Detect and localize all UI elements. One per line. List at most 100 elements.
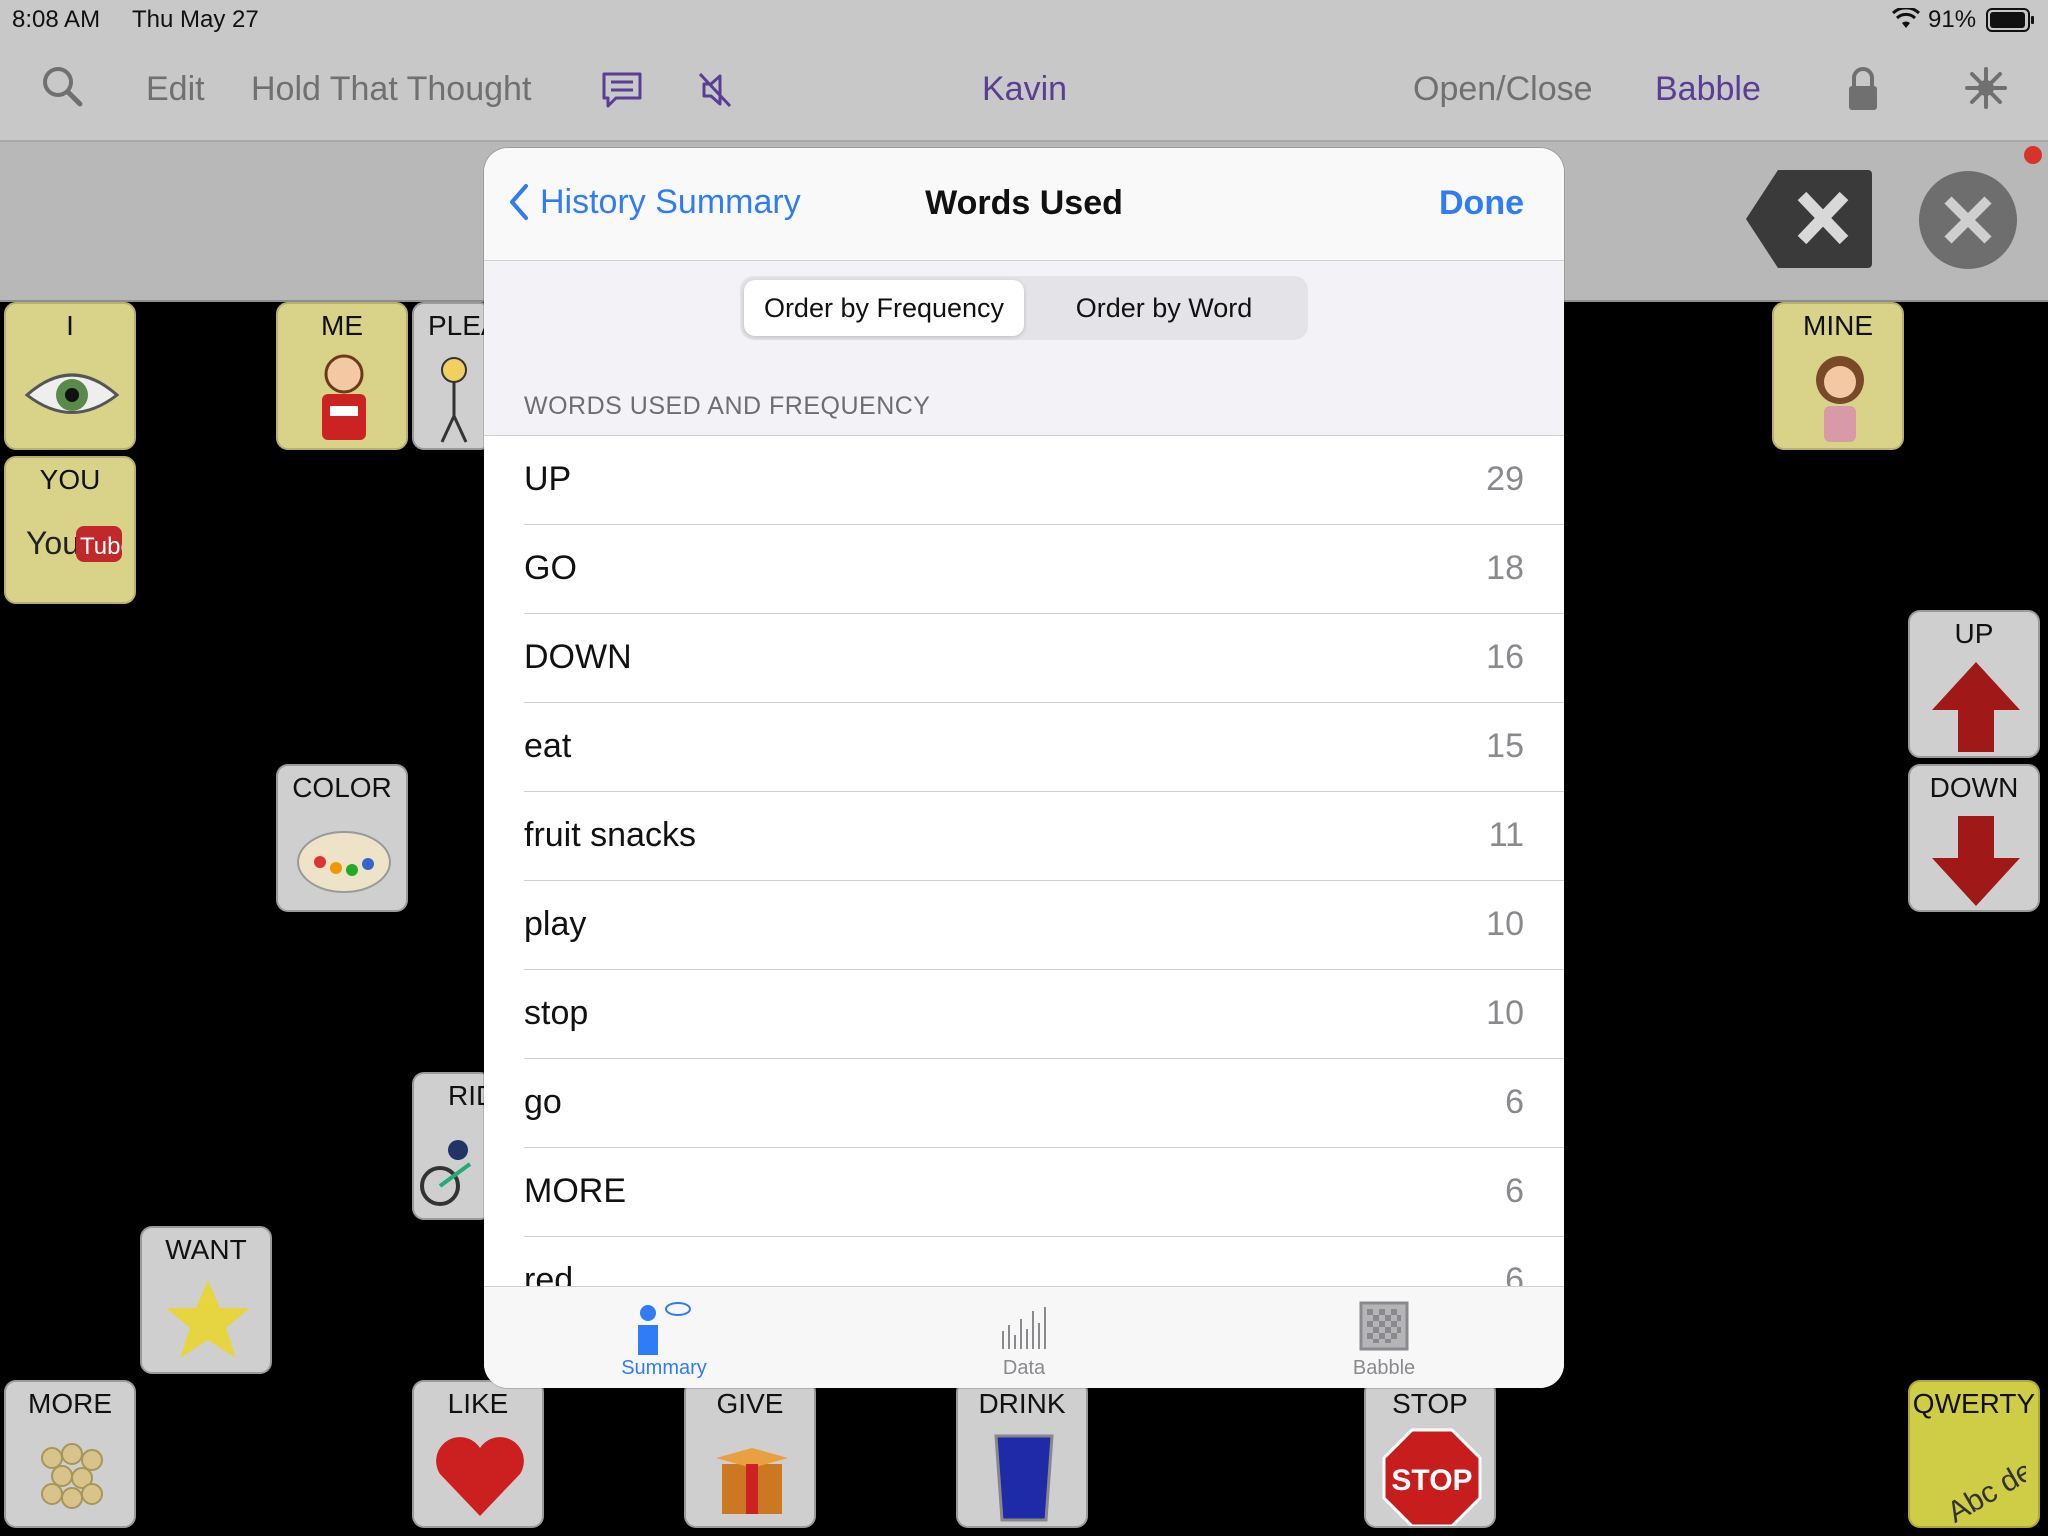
battery-percent: 91% xyxy=(1928,6,1977,33)
notification-dot xyxy=(2024,146,2042,164)
tile-label: COLOR xyxy=(292,772,392,803)
word-label: stop xyxy=(524,994,589,1032)
tile-i[interactable]: I xyxy=(4,302,136,450)
clear-icon[interactable] xyxy=(1918,170,2018,275)
speech-bubble-icon[interactable] xyxy=(600,70,644,115)
tab-babble[interactable]: Babble xyxy=(1204,1287,1564,1388)
tile-label: ME xyxy=(321,310,363,341)
tab-label: Babble xyxy=(1352,1357,1416,1379)
gear-icon[interactable] xyxy=(1964,66,2008,115)
cup-icon xyxy=(994,1434,1054,1522)
girl-icon xyxy=(1816,356,1864,442)
tile-label: GIVE xyxy=(716,1388,784,1419)
mute-icon[interactable] xyxy=(696,70,736,115)
edit-button[interactable]: Edit xyxy=(146,70,205,109)
person-icon xyxy=(322,354,366,440)
arrow-up-icon xyxy=(1932,662,2020,752)
list-item[interactable]: go 6 xyxy=(524,1059,1564,1148)
tile-give[interactable]: GIVE xyxy=(684,1380,816,1528)
battery-icon xyxy=(1986,8,2036,37)
list-item[interactable]: UP 29 xyxy=(524,436,1564,525)
tile-label: WANT xyxy=(165,1234,247,1265)
keyboard-letters-icon: Abc def xyxy=(1942,1450,2026,1524)
tile-qwerty[interactable]: QWERTY Abc def xyxy=(1908,1380,2040,1528)
list-item[interactable]: DOWN 16 xyxy=(524,614,1564,703)
tab-summary[interactable]: Summary xyxy=(484,1287,844,1388)
checkerboard-icon xyxy=(1359,1301,1409,1351)
words-list[interactable]: UP 29 GO 18 DOWN 16 eat 15 fruit snacks 11 pl… xyxy=(484,435,1564,1288)
tile-more[interactable]: MORE xyxy=(4,1380,136,1528)
bicycle-icon xyxy=(420,1140,472,1206)
tile-label: DRINK xyxy=(978,1388,1066,1419)
word-label: go xyxy=(524,1083,562,1121)
heart-icon xyxy=(436,1437,524,1516)
star-icon xyxy=(166,1280,250,1358)
back-button[interactable]: History Summary xyxy=(508,182,801,222)
wifi-icon xyxy=(1891,6,1921,35)
stick-figure-icon xyxy=(440,357,468,443)
app-toolbar: 8:08 AM Thu May 27 91% Edit Hold That Th… xyxy=(0,0,2048,142)
segment-order-by-word[interactable]: Order by Word xyxy=(1024,280,1304,336)
eye-icon xyxy=(24,373,120,414)
list-item[interactable]: stop 10 xyxy=(524,970,1564,1059)
tile-drink[interactable]: DRINK xyxy=(956,1380,1088,1528)
svg-text:Tube: Tube xyxy=(80,533,122,560)
tile-you[interactable]: YOU YouTube xyxy=(4,456,136,604)
search-icon[interactable] xyxy=(40,64,84,113)
user-name[interactable]: Kavin xyxy=(982,70,1067,109)
word-count: 15 xyxy=(1486,727,1524,765)
word-count: 18 xyxy=(1486,549,1524,587)
section-header: WORDS USED AND FREQUENCY xyxy=(524,392,931,420)
tab-label: Summary xyxy=(621,1357,707,1379)
word-label: eat xyxy=(524,727,572,765)
back-button-label: History Summary xyxy=(540,182,801,221)
backspace-icon[interactable] xyxy=(1744,168,1874,275)
list-item[interactable]: fruit snacks 11 xyxy=(524,792,1564,881)
word-label: play xyxy=(524,905,587,943)
list-item[interactable]: MORE 6 xyxy=(524,1148,1564,1237)
tile-label: PLEA xyxy=(428,310,490,341)
stop-sign-icon: STOP xyxy=(1382,1428,1482,1526)
done-button[interactable]: Done xyxy=(1439,184,1524,223)
tile-label: UP xyxy=(1954,618,1994,649)
word-label: GO xyxy=(524,549,577,587)
hold-that-thought-button[interactable]: Hold That Thought xyxy=(251,70,531,109)
tile-me[interactable]: ME xyxy=(276,302,408,450)
word-label: fruit snacks xyxy=(524,816,696,854)
tile-label: MORE xyxy=(28,1388,112,1419)
open-close-button[interactable]: Open/Close xyxy=(1413,70,1593,109)
list-item[interactable]: red 6 xyxy=(524,1237,1564,1288)
word-count: 6 xyxy=(1505,1083,1524,1121)
tile-please[interactable]: PLEA xyxy=(412,302,492,450)
list-item[interactable]: GO 18 xyxy=(524,525,1564,614)
tile-label: STOP xyxy=(1392,1388,1468,1419)
tile-stop[interactable]: STOP STOP xyxy=(1364,1380,1496,1528)
tile-mine[interactable]: MINE xyxy=(1772,302,1904,450)
tile-up[interactable]: UP xyxy=(1908,610,2040,758)
tile-like[interactable]: LIKE xyxy=(412,1380,544,1528)
tile-ride[interactable]: RID xyxy=(412,1072,492,1220)
babble-button[interactable]: Babble xyxy=(1655,70,1761,109)
tab-data[interactable]: Data xyxy=(844,1287,1204,1388)
sort-segmented-control[interactable]: Order by Frequency Order by Word xyxy=(740,276,1308,340)
lock-icon[interactable] xyxy=(1846,66,1880,117)
word-count: 6 xyxy=(1505,1172,1524,1210)
word-label: UP xyxy=(524,460,572,498)
svg-text:STOP: STOP xyxy=(1391,1464,1472,1497)
tile-label: DOWN xyxy=(1929,772,2019,803)
list-item[interactable]: eat 15 xyxy=(524,703,1564,792)
tab-label: Data xyxy=(1002,1357,1046,1379)
list-item[interactable]: play 10 xyxy=(524,881,1564,970)
tile-color[interactable]: COLOR xyxy=(276,764,408,912)
word-label: red xyxy=(524,1261,574,1288)
status-date: Thu May 27 xyxy=(132,6,259,33)
word-count: 29 xyxy=(1486,460,1524,498)
palette-icon xyxy=(297,831,391,893)
word-count: 6 xyxy=(1505,1261,1524,1288)
bar-chart-icon xyxy=(1002,1307,1046,1349)
segment-order-by-frequency[interactable]: Order by Frequency xyxy=(744,280,1024,336)
tile-label: I xyxy=(66,310,74,341)
word-count: 16 xyxy=(1486,638,1524,676)
tile-want[interactable]: WANT xyxy=(140,1226,272,1374)
tile-down[interactable]: DOWN xyxy=(1908,764,2040,912)
